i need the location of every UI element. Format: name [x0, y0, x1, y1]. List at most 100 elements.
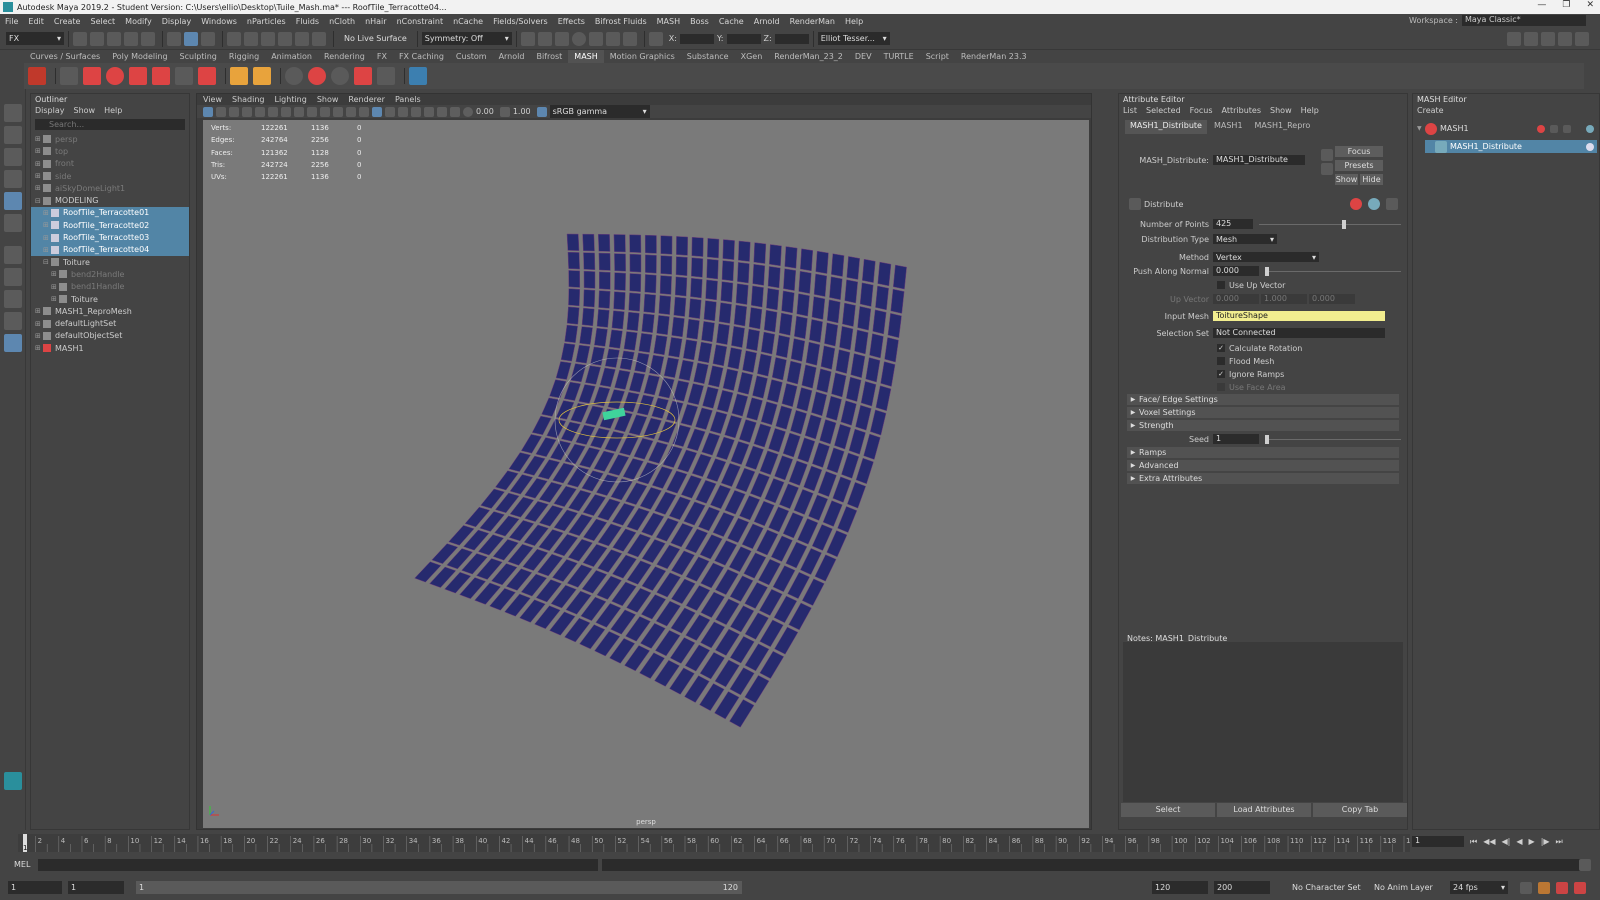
- outliner-search-input[interactable]: Search...: [35, 119, 185, 130]
- hypershade-icon[interactable]: [588, 31, 603, 46]
- expand-icon[interactable]: ⊞: [51, 295, 59, 303]
- shelf-tab-fx-caching[interactable]: FX Caching: [393, 50, 450, 63]
- menu-item-nhair[interactable]: nHair: [365, 17, 387, 26]
- ae-tab-mash1[interactable]: MASH1: [1209, 120, 1248, 134]
- expand-icon[interactable]: ⊞: [51, 283, 59, 291]
- render-settings-icon[interactable]: [571, 31, 586, 46]
- viewport-menu-renderer[interactable]: Renderer: [348, 95, 385, 104]
- snap-grid-icon[interactable]: [227, 31, 241, 46]
- expand-icon[interactable]: ⊞: [43, 246, 51, 254]
- time-slider-track[interactable]: 2 4 6 8 10 12 14 16 18 20 22 24 26 28 30 32 34 36 38 40 42 44…: [18, 834, 1419, 852]
- step-back-frame-icon[interactable]: ◀|: [1502, 837, 1511, 846]
- menu-item-display[interactable]: Display: [162, 17, 192, 26]
- push-along-normal-slider[interactable]: [1265, 266, 1401, 276]
- color-management-icon[interactable]: [536, 106, 547, 117]
- attribute-editor-toggle-icon[interactable]: [1541, 32, 1555, 46]
- viewport-canvas[interactable]: Verts: 122261 1136 0 Edges: 242764 2256 0 Faces:…: [203, 120, 1089, 828]
- expand-icon[interactable]: ⊟: [43, 258, 51, 266]
- ambient-occlusion-icon[interactable]: [437, 106, 447, 117]
- exposure-value[interactable]: 0.00: [476, 107, 494, 116]
- bookmarks-icon[interactable]: [229, 106, 239, 117]
- expand-icon[interactable]: ⊞: [35, 332, 43, 340]
- go-to-end-icon[interactable]: ⏭: [1556, 837, 1563, 847]
- start-time-input[interactable]: 1: [8, 881, 62, 894]
- select-hierarchy-icon[interactable]: [167, 31, 181, 46]
- symmetry-dropdown[interactable]: Symmetry: Off ▾: [421, 32, 512, 45]
- up-vector-y-input[interactable]: 1.000: [1261, 294, 1307, 304]
- mash-text-icon[interactable]: [83, 67, 101, 85]
- menu-item-bifrost-fluids[interactable]: Bifrost Fluids: [595, 17, 647, 26]
- calculate-rotation-checkbox[interactable]: ✓: [1217, 344, 1225, 352]
- menu-item-file[interactable]: File: [5, 17, 18, 26]
- menu-item-edit[interactable]: Edit: [28, 17, 44, 26]
- focus-button[interactable]: Focus: [1335, 146, 1383, 157]
- current-frame-input[interactable]: 1: [1412, 836, 1464, 847]
- menu-item-nconstraint[interactable]: nConstraint: [397, 17, 444, 26]
- mash-network-icon[interactable]: [28, 67, 46, 85]
- mash-editor-icon[interactable]: [60, 67, 78, 85]
- node-name-input[interactable]: MASH1_Distribute: [1213, 155, 1305, 165]
- input-mesh-field[interactable]: ToitureShape: [1213, 311, 1385, 321]
- outliner-menu-help[interactable]: Help: [104, 106, 122, 115]
- camera-attributes-icon[interactable]: [216, 106, 226, 117]
- ignore-ramps-checkbox[interactable]: ✓: [1217, 370, 1225, 378]
- use-up-vector-checkbox[interactable]: [1217, 281, 1225, 289]
- shelf-tab-dev[interactable]: DEV: [849, 50, 878, 63]
- outliner-node-icon[interactable]: [1550, 124, 1558, 133]
- script-editor-icon[interactable]: [1579, 859, 1591, 871]
- lights-icon[interactable]: [411, 106, 421, 117]
- slider-knob[interactable]: [1341, 219, 1346, 229]
- ae-menu-focus[interactable]: Focus: [1190, 106, 1213, 115]
- menu-item-ncloth[interactable]: nCloth: [329, 17, 355, 26]
- shelf-tab-substance[interactable]: Substance: [681, 50, 735, 63]
- hide-button[interactable]: Hide: [1360, 174, 1383, 185]
- outliner-menu-display[interactable]: Display: [35, 106, 65, 115]
- shelf-tab-turtle[interactable]: TURTLE: [878, 50, 920, 63]
- ipr-render-icon[interactable]: [554, 31, 569, 46]
- bomb-icon[interactable]: [331, 67, 349, 85]
- character-set-label[interactable]: No Character Set: [1292, 883, 1361, 892]
- mash-dynamics-icon[interactable]: [377, 67, 395, 85]
- anim-start-input[interactable]: 1: [68, 881, 124, 894]
- menu-item-arnold[interactable]: Arnold: [754, 17, 780, 26]
- command-input[interactable]: [38, 859, 598, 871]
- close-icon[interactable]: ✕: [1586, 0, 1594, 10]
- face-edge-settings-frame[interactable]: ▶ Face/ Edge Settings: [1127, 394, 1399, 405]
- anim-layer-label[interactable]: No Anim Layer: [1374, 883, 1433, 892]
- menu-item-nparticles[interactable]: nParticles: [247, 17, 286, 26]
- user-account-dropdown[interactable]: Elliot Tesser... ▾: [817, 32, 890, 45]
- delete-node-icon[interactable]: [1386, 198, 1398, 210]
- voxel-settings-frame[interactable]: ▶ Voxel Settings: [1127, 407, 1399, 418]
- shelf-tab-poly-modeling[interactable]: Poly Modeling: [106, 50, 173, 63]
- shelf-tab-rigging[interactable]: Rigging: [223, 50, 265, 63]
- expand-icon[interactable]: ⊞: [35, 320, 43, 328]
- menu-item-select[interactable]: Select: [90, 17, 115, 26]
- move-tool-icon[interactable]: [4, 170, 22, 188]
- toggle-enable-icon[interactable]: [1586, 142, 1594, 151]
- mash-distribute-row[interactable]: MASH1_Distribute: [1425, 140, 1597, 153]
- shelf-tab-bifrost[interactable]: Bifrost: [530, 50, 568, 63]
- expand-icon[interactable]: ⊞: [43, 234, 51, 242]
- ae-tab-mash1-repro[interactable]: MASH1_Repro: [1250, 120, 1316, 134]
- outliner-menu-show[interactable]: Show: [74, 106, 96, 115]
- presets-node-icon[interactable]: [1321, 163, 1333, 175]
- strength-frame[interactable]: ▶ Strength: [1127, 420, 1399, 431]
- resolution-gate-icon[interactable]: [281, 106, 291, 117]
- copy-tab-button[interactable]: Copy Tab: [1313, 803, 1407, 817]
- range-slider[interactable]: 1 120: [136, 881, 742, 894]
- single-pane-layout-icon[interactable]: [4, 246, 22, 264]
- ae-menu-help[interactable]: Help: [1301, 106, 1319, 115]
- viewport-menu-lighting[interactable]: Lighting: [274, 95, 306, 104]
- four-pane-layout-icon[interactable]: [4, 290, 22, 308]
- mel-label[interactable]: MEL: [14, 860, 30, 869]
- number-of-points-slider[interactable]: [1259, 219, 1401, 229]
- safe-action-icon[interactable]: [320, 106, 330, 117]
- shelf-tab-motion-graphics[interactable]: Motion Graphics: [604, 50, 681, 63]
- show-manipulator-icon[interactable]: [4, 268, 22, 286]
- use-face-area-checkbox[interactable]: [1217, 383, 1225, 391]
- ae-menu-show[interactable]: Show: [1270, 106, 1292, 115]
- restore-icon[interactable]: ❐: [1562, 0, 1570, 10]
- image-plane-icon[interactable]: [242, 106, 252, 117]
- selection-set-field[interactable]: Not Connected: [1213, 328, 1385, 338]
- shelf-tab-renderman-23-3[interactable]: RenderMan 23.3: [955, 50, 1033, 63]
